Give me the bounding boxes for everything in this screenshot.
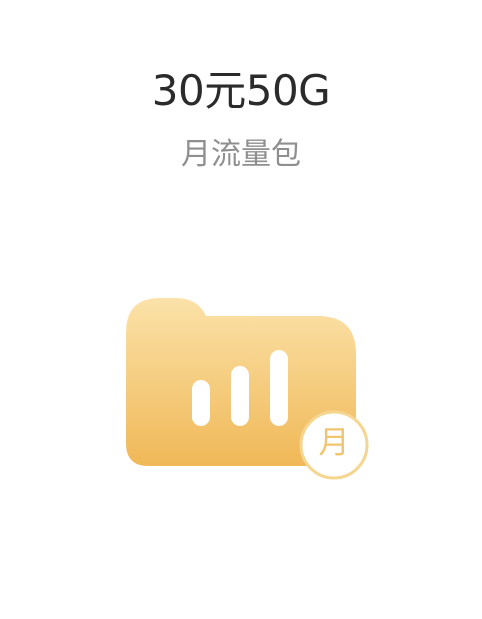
signal-bar-2 (231, 366, 249, 426)
package-title: 30元50G (151, 66, 331, 115)
signal-folder-icon: 月 (118, 288, 378, 488)
month-badge-label: 月 (318, 425, 350, 461)
data-package-card[interactable]: 30元50G 月流量包 月 (0, 0, 482, 619)
package-subtitle: 月流量包 (181, 137, 301, 172)
signal-bar-3 (270, 350, 288, 426)
signal-bar-1 (192, 380, 210, 426)
